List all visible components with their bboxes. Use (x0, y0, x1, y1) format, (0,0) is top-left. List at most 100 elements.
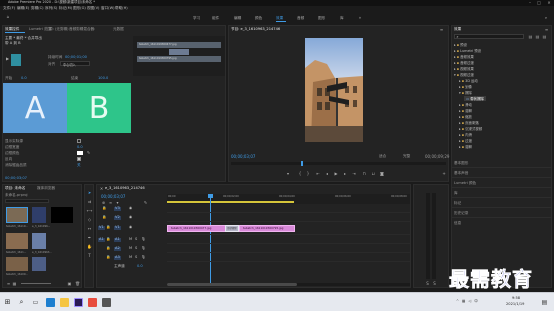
effects-tree-item[interactable]: ▸ ▪ 溶解 (459, 108, 472, 113)
clock-date[interactable]: 2021/1/19 (506, 302, 524, 307)
menu-help[interactable]: 帮助(H) (115, 6, 128, 11)
windows-icon[interactable]: ⊞ (3, 298, 12, 307)
track-lock-icon[interactable]: 🔒 (102, 206, 106, 211)
mark-out-icon[interactable]: } (305, 171, 311, 177)
scroll-thumb[interactable] (167, 283, 297, 286)
workspace-libraries[interactable]: 库 (340, 16, 344, 21)
app-icon-browser[interactable] (88, 298, 97, 307)
list-view-icon[interactable]: ≡ (6, 281, 11, 286)
panel-libraries[interactable]: 库 (454, 191, 458, 196)
eyedropper-icon[interactable]: ✎ (86, 150, 91, 155)
track-lock-icon[interactable]: 🔒 (106, 246, 110, 251)
program-monitor-tab[interactable]: 节目: e_3_1610963_214746 (231, 27, 280, 32)
project-search-input[interactable] (5, 199, 49, 203)
mute-button[interactable]: M (129, 237, 132, 242)
button-editor-icon[interactable]: + (441, 171, 447, 177)
menu-view[interactable]: 视图(V) (87, 6, 99, 11)
source-patch-a1[interactable]: A1 (98, 237, 105, 242)
border-color-swatch[interactable] (77, 151, 83, 155)
program-menu-icon[interactable]: ≡ (439, 27, 444, 32)
mark-in-icon[interactable]: { (297, 171, 303, 177)
snap-icon[interactable]: ⊕ (101, 200, 106, 205)
track-lock-icon[interactable]: 🔒 (106, 255, 110, 260)
wrench-icon[interactable]: ✎ (143, 200, 148, 205)
border-width-value[interactable]: 0.0 (77, 145, 83, 149)
effects-menu-icon[interactable]: ≡ (544, 27, 549, 32)
add-marker-icon[interactable]: ▾ (115, 200, 120, 205)
timeline-clip[interactable]: tebatch_1611019300795.jpg (239, 225, 295, 232)
export-frame-icon[interactable]: ◙ (379, 171, 385, 177)
timeline-scrollbar[interactable] (167, 283, 410, 286)
delete-icon[interactable]: 🗑 (75, 281, 80, 286)
track-select-icon[interactable]: ⇉ (86, 198, 93, 205)
eye-icon[interactable]: ◉ (129, 215, 132, 220)
app-icon-edge[interactable] (46, 298, 55, 307)
panel-essential-graphics[interactable]: 基本图形 (454, 161, 468, 166)
mic-icon[interactable]: 🎙 (141, 237, 146, 242)
play-icon[interactable]: ▶ (333, 171, 339, 177)
eye-icon[interactable]: ◉ (129, 225, 132, 230)
project-thumb[interactable] (6, 207, 28, 223)
source-patch-v1[interactable]: V1 (98, 225, 105, 230)
menu-window[interactable]: 窗口(W) (101, 6, 115, 11)
mic-icon[interactable]: 🎙 (141, 255, 146, 260)
home-icon[interactable]: ⌂ (5, 14, 11, 20)
hand-tool-icon[interactable]: ✋ (86, 243, 93, 250)
zoom-slider[interactable] (21, 283, 51, 284)
extract-icon[interactable]: ⊔ (370, 171, 376, 177)
effects-tree-item[interactable]: ▸ ▪ 缩放 (459, 114, 472, 119)
effects-tree-item[interactable]: ▾ ▪ 视频过渡 (454, 72, 474, 77)
mini-transition[interactable] (169, 49, 189, 55)
tab-media-browser[interactable]: 媒体浏览器 (37, 186, 55, 191)
selection-tool-icon[interactable]: ➤ (86, 189, 93, 196)
menu-graphics[interactable]: 图形(G) (73, 6, 86, 11)
linked-selection-icon[interactable]: ∞ (108, 200, 113, 205)
mute-button[interactable]: M (129, 255, 132, 260)
solo-button[interactable]: S (135, 255, 137, 260)
effects-tree-item[interactable]: ▭ 带状擦除 (464, 96, 486, 101)
go-to-in-icon[interactable]: ⇤ (315, 171, 321, 177)
app-icon-explorer[interactable] (60, 298, 69, 307)
track-label[interactable]: V1 (114, 225, 121, 230)
track-label[interactable]: V2 (114, 215, 121, 220)
tab-lumetri-scopes[interactable]: Lumetri 范围 (29, 27, 51, 32)
menu-file[interactable]: 文件(F) (3, 6, 15, 11)
workspace-graphics[interactable]: 图形 (318, 16, 325, 21)
effects-panel-tab[interactable]: 效果 (454, 27, 461, 32)
project-thumb[interactable] (32, 257, 46, 271)
timeline-tab[interactable]: e_3_1610963_214746 (105, 186, 145, 190)
effects-tree-item[interactable]: ▸ ▪ 过渡 (459, 138, 472, 143)
effects-tree-item[interactable]: ▸ ▪ 视频效果 (454, 66, 474, 71)
tab-metadata[interactable]: 元数据 (113, 27, 124, 32)
track-label[interactable]: A1 (114, 237, 121, 242)
solo-button[interactable]: S (135, 237, 137, 242)
master-volume[interactable]: 0.0 (137, 264, 143, 269)
work-area-bar[interactable] (167, 201, 294, 203)
transition-block[interactable]: 带状擦除 (225, 225, 239, 232)
solo-left-icon[interactable]: S (425, 281, 430, 286)
search-icon[interactable]: ⌕ (17, 298, 26, 307)
panel-markers[interactable]: 标记 (454, 201, 461, 206)
project-thumb[interactable] (32, 207, 46, 223)
play-transition-icon[interactable]: ▶ (5, 56, 10, 61)
workspace-more-icon[interactable]: » (357, 15, 363, 21)
duration-value[interactable]: 00;00;01;00 (65, 55, 87, 59)
align-select[interactable]: 中心切入 (60, 61, 90, 67)
menu-sequence[interactable]: 序列(S) (45, 6, 57, 11)
program-scrub-bar[interactable] (231, 161, 446, 166)
menu-marker[interactable]: 标记(M) (59, 6, 72, 11)
effects-tree-item[interactable]: ▸ ▪ 溶解 (459, 144, 472, 149)
antialias-value[interactable]: 关 (77, 163, 81, 168)
solo-button[interactable]: S (135, 246, 137, 251)
effects-tree-item[interactable]: ▸ ▪ 内滑 (459, 132, 472, 137)
icon-view-icon[interactable]: ▦ (12, 281, 17, 286)
tray-arrow-icon[interactable]: ^ (456, 300, 459, 304)
effects-tree-item[interactable]: ▸ ▪ 音频过渡 (454, 60, 474, 65)
show-actual-sources-checkbox[interactable] (77, 139, 81, 143)
pen-tool-icon[interactable]: ✒ (86, 234, 93, 241)
panel-essential-sound[interactable]: 基本声音 (454, 171, 468, 176)
type-tool-icon[interactable]: T (86, 252, 93, 259)
fit-select[interactable]: 适合 (379, 154, 395, 159)
quality-select[interactable]: 完整 (403, 154, 419, 159)
go-to-out-icon[interactable]: ⇥ (351, 171, 357, 177)
